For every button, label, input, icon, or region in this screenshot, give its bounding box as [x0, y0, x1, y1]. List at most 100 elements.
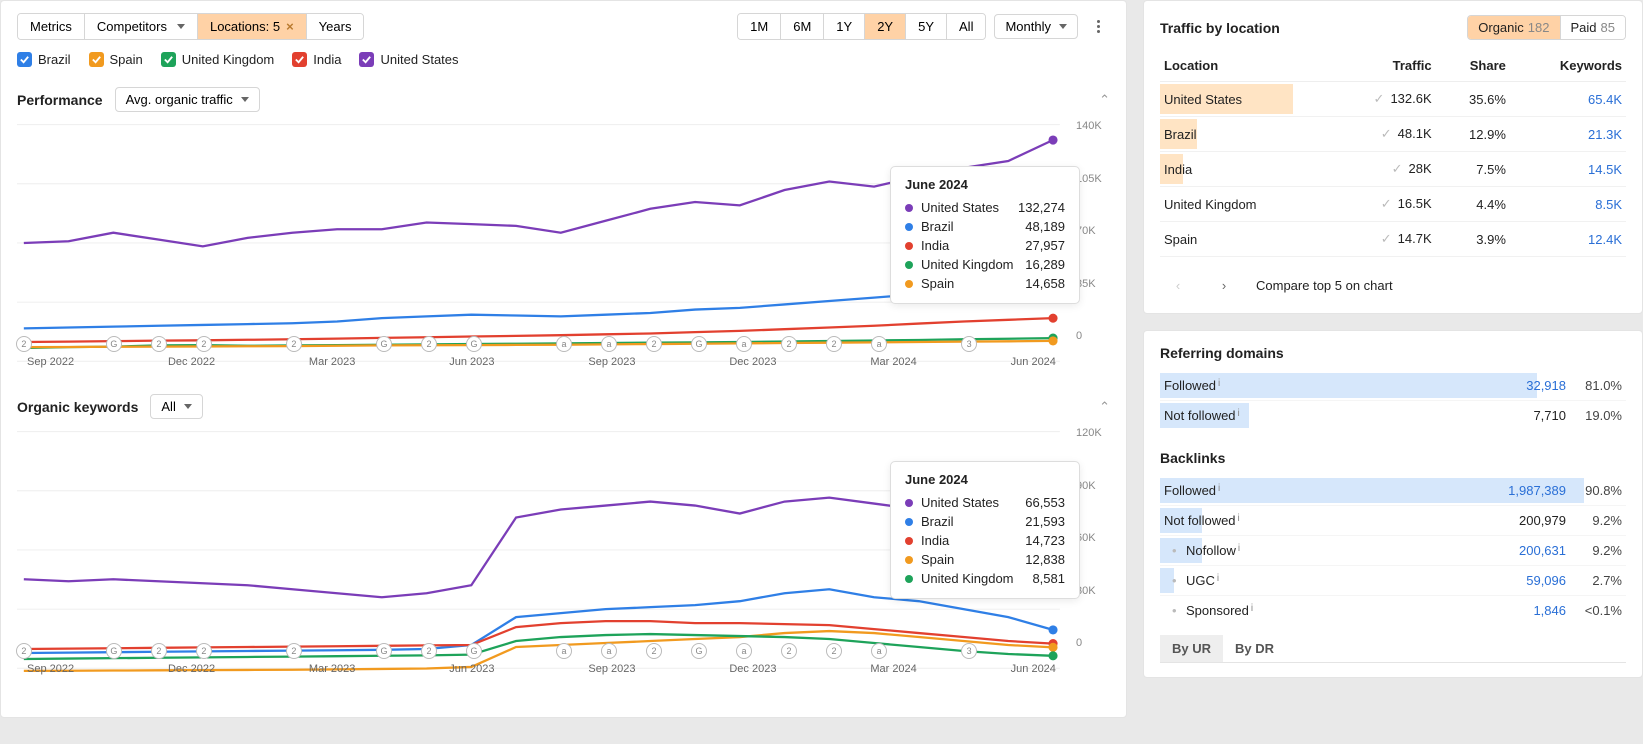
performance-chart[interactable]: 140K105K70K35K0 2G222G2Gaa2Ga22a3 Sep 20… [17, 120, 1110, 370]
range-5Y[interactable]: 5Y [906, 14, 947, 39]
timeline-marker[interactable]: 3 [961, 336, 977, 352]
list-item[interactable]: Nofollowi 200,631 9.2% [1160, 536, 1626, 566]
range-6M[interactable]: 6M [781, 14, 824, 39]
links-panel: Referring domains Followedi 32,918 81.0%… [1143, 330, 1643, 678]
close-icon[interactable]: × [286, 19, 294, 34]
list-item[interactable]: Sponsoredi 1,846 <0.1% [1160, 596, 1626, 625]
list-item[interactable]: UGCi 59,096 2.7% [1160, 566, 1626, 596]
tab-by-dr[interactable]: By DR [1223, 635, 1286, 662]
checkbox-icon [161, 52, 176, 67]
timeline-marker[interactable]: G [376, 336, 392, 352]
timeline-marker[interactable]: G [106, 336, 122, 352]
timeline-marker[interactable]: 2 [16, 643, 32, 659]
col-keywords[interactable]: Keywords [1510, 50, 1626, 82]
timeline-marker[interactable]: a [601, 336, 617, 352]
timeline-marker[interactable]: a [736, 643, 752, 659]
compare-link[interactable]: Compare top 5 on chart [1256, 278, 1393, 293]
legend-label: United Kingdom [182, 52, 275, 67]
list-item[interactable]: Followedi 32,918 81.0% [1160, 371, 1626, 401]
competitors-button[interactable]: Competitors [85, 14, 198, 39]
toolbar: Metrics Competitors Locations: 5× Years … [17, 13, 1110, 40]
table-row[interactable]: India ✓28K 7.5% 14.5K [1160, 152, 1626, 187]
list-item[interactable]: Not followedi 7,710 19.0% [1160, 401, 1626, 430]
table-row[interactable]: United Kingdom ✓16.5K 4.4% 8.5K [1160, 187, 1626, 222]
keywords-link[interactable]: 14.5K [1588, 162, 1622, 177]
timeline-marker[interactable]: 2 [826, 336, 842, 352]
organic-pill[interactable]: Organic182 [1468, 16, 1560, 39]
timeline-marker[interactable]: 2 [196, 336, 212, 352]
checkbox-icon [89, 52, 104, 67]
prev-page-icon[interactable]: ‹ [1164, 271, 1192, 299]
timeline-marker[interactable]: a [871, 336, 887, 352]
timeline-marker[interactable]: a [601, 643, 617, 659]
timeline-marker[interactable]: 2 [646, 336, 662, 352]
timeline-marker[interactable]: 2 [421, 336, 437, 352]
location-cell: Brazil [1164, 127, 1197, 142]
timeline-marker[interactable]: 2 [646, 643, 662, 659]
years-button[interactable]: Years [307, 14, 364, 39]
legend-brazil[interactable]: Brazil [17, 52, 71, 67]
keywords-link[interactable]: 65.4K [1588, 92, 1622, 107]
timeline-marker[interactable]: 2 [286, 643, 302, 659]
timeline-marker[interactable]: 2 [151, 336, 167, 352]
range-All[interactable]: All [947, 14, 985, 39]
interval-dropdown[interactable]: Monthly [994, 14, 1078, 39]
checkbox-icon [292, 52, 307, 67]
check-icon: ✓ [1381, 196, 1392, 211]
timeline-marker[interactable]: 2 [16, 336, 32, 352]
compare-row: ‹ › Compare top 5 on chart [1160, 257, 1626, 299]
legend-us[interactable]: United States [359, 52, 458, 67]
timeline-marker[interactable]: 2 [151, 643, 167, 659]
col-share[interactable]: Share [1436, 50, 1510, 82]
timeline-marker[interactable]: 2 [286, 336, 302, 352]
timeline-marker[interactable]: 2 [826, 643, 842, 659]
legend-spain[interactable]: Spain [89, 52, 143, 67]
table-row[interactable]: United States ✓132.6K 35.6% 65.4K [1160, 82, 1626, 117]
range-2Y[interactable]: 2Y [865, 14, 906, 39]
more-menu-icon[interactable] [1086, 15, 1110, 39]
timeline-marker[interactable]: 2 [781, 336, 797, 352]
timeline-marker[interactable]: 2 [421, 643, 437, 659]
checkbox-icon [17, 52, 32, 67]
locations-button[interactable]: Locations: 5× [198, 14, 307, 39]
col-traffic[interactable]: Traffic [1326, 50, 1435, 82]
timeline-marker[interactable]: G [691, 643, 707, 659]
next-page-icon[interactable]: › [1210, 271, 1238, 299]
chevron-down-icon [177, 24, 185, 29]
collapse-icon[interactable]: ⌃ [1099, 92, 1110, 108]
timeline-marker[interactable]: a [556, 643, 572, 659]
location-cell: United States [1164, 92, 1242, 107]
legend-uk[interactable]: United Kingdom [161, 52, 275, 67]
tab-by-ur[interactable]: By UR [1160, 635, 1223, 662]
perf-metric-dropdown[interactable]: Avg. organic traffic [115, 87, 260, 112]
timeline-marker[interactable]: G [106, 643, 122, 659]
legend-india[interactable]: India [292, 52, 341, 67]
timeline-marker[interactable]: 2 [781, 643, 797, 659]
range-1M[interactable]: 1M [738, 14, 781, 39]
refdom-list: Followedi 32,918 81.0% Not followedi 7,7… [1160, 371, 1626, 430]
timeline-marker[interactable]: 3 [961, 643, 977, 659]
timeline-marker[interactable]: G [466, 643, 482, 659]
list-item[interactable]: Not followedi 200,979 9.2% [1160, 506, 1626, 536]
range-1Y[interactable]: 1Y [824, 14, 865, 39]
keywords-link[interactable]: 21.3K [1588, 127, 1622, 142]
metrics-button[interactable]: Metrics [18, 14, 85, 39]
timeline-marker[interactable]: G [376, 643, 392, 659]
timeline-marker[interactable]: G [691, 336, 707, 352]
col-location[interactable]: Location [1160, 50, 1326, 82]
timeline-marker[interactable]: a [736, 336, 752, 352]
table-row[interactable]: Spain ✓14.7K 3.9% 12.4K [1160, 222, 1626, 257]
refdom-title: Referring domains [1160, 345, 1626, 361]
timeline-marker[interactable]: a [871, 643, 887, 659]
table-row[interactable]: Brazil ✓48.1K 12.9% 21.3K [1160, 117, 1626, 152]
keywords-link[interactable]: 12.4K [1588, 232, 1622, 247]
keywords-chart[interactable]: 120K90K60K30K0 2G222G2Gaa2Ga22a3 Sep 202… [17, 427, 1110, 677]
timeline-marker[interactable]: a [556, 336, 572, 352]
paid-pill[interactable]: Paid85 [1561, 16, 1626, 39]
check-icon: ✓ [1392, 161, 1403, 176]
timeline-marker[interactable]: G [466, 336, 482, 352]
keywords-link[interactable]: 8.5K [1595, 197, 1622, 212]
legend-label: Brazil [38, 52, 71, 67]
list-item[interactable]: Followedi 1,987,389 90.8% [1160, 476, 1626, 506]
timeline-marker[interactable]: 2 [196, 643, 212, 659]
